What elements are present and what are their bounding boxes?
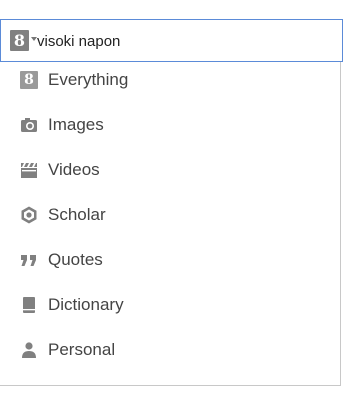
menu-item-label: Everything bbox=[48, 70, 129, 89]
menu-item-quotes[interactable]: Quotes bbox=[0, 242, 340, 278]
camera-icon bbox=[21, 118, 37, 132]
scholar-icon bbox=[21, 206, 37, 224]
menu-item-label: Personal bbox=[48, 340, 116, 359]
menu-item-dictionary[interactable]: Dictionary bbox=[0, 287, 340, 323]
menu-item-scholar[interactable]: Scholar bbox=[0, 197, 340, 233]
person-icon bbox=[22, 342, 36, 358]
search-engine-icon[interactable]: 8 bbox=[10, 30, 29, 51]
menu-item-videos[interactable]: Videos bbox=[0, 152, 340, 188]
book-icon bbox=[23, 297, 35, 313]
search-bar: 8 bbox=[0, 19, 343, 62]
search-scope-menu: 8 Everything Images Videos Scholar Quote… bbox=[0, 62, 341, 386]
menu-item-label: Videos bbox=[48, 160, 100, 179]
menu-item-personal[interactable]: Personal bbox=[0, 332, 340, 368]
menu-item-label: Dictionary bbox=[48, 295, 124, 314]
menu-item-label: Scholar bbox=[48, 205, 106, 224]
menu-item-label: Images bbox=[48, 115, 104, 134]
quote-icon bbox=[21, 255, 36, 266]
menu-item-label: Quotes bbox=[48, 250, 103, 269]
everything-icon: 8 bbox=[20, 71, 38, 89]
menu-item-everything[interactable]: 8 Everything bbox=[0, 62, 340, 98]
menu-item-images[interactable]: Images bbox=[0, 107, 340, 143]
search-input[interactable] bbox=[37, 29, 327, 53]
clapperboard-icon bbox=[21, 163, 37, 178]
